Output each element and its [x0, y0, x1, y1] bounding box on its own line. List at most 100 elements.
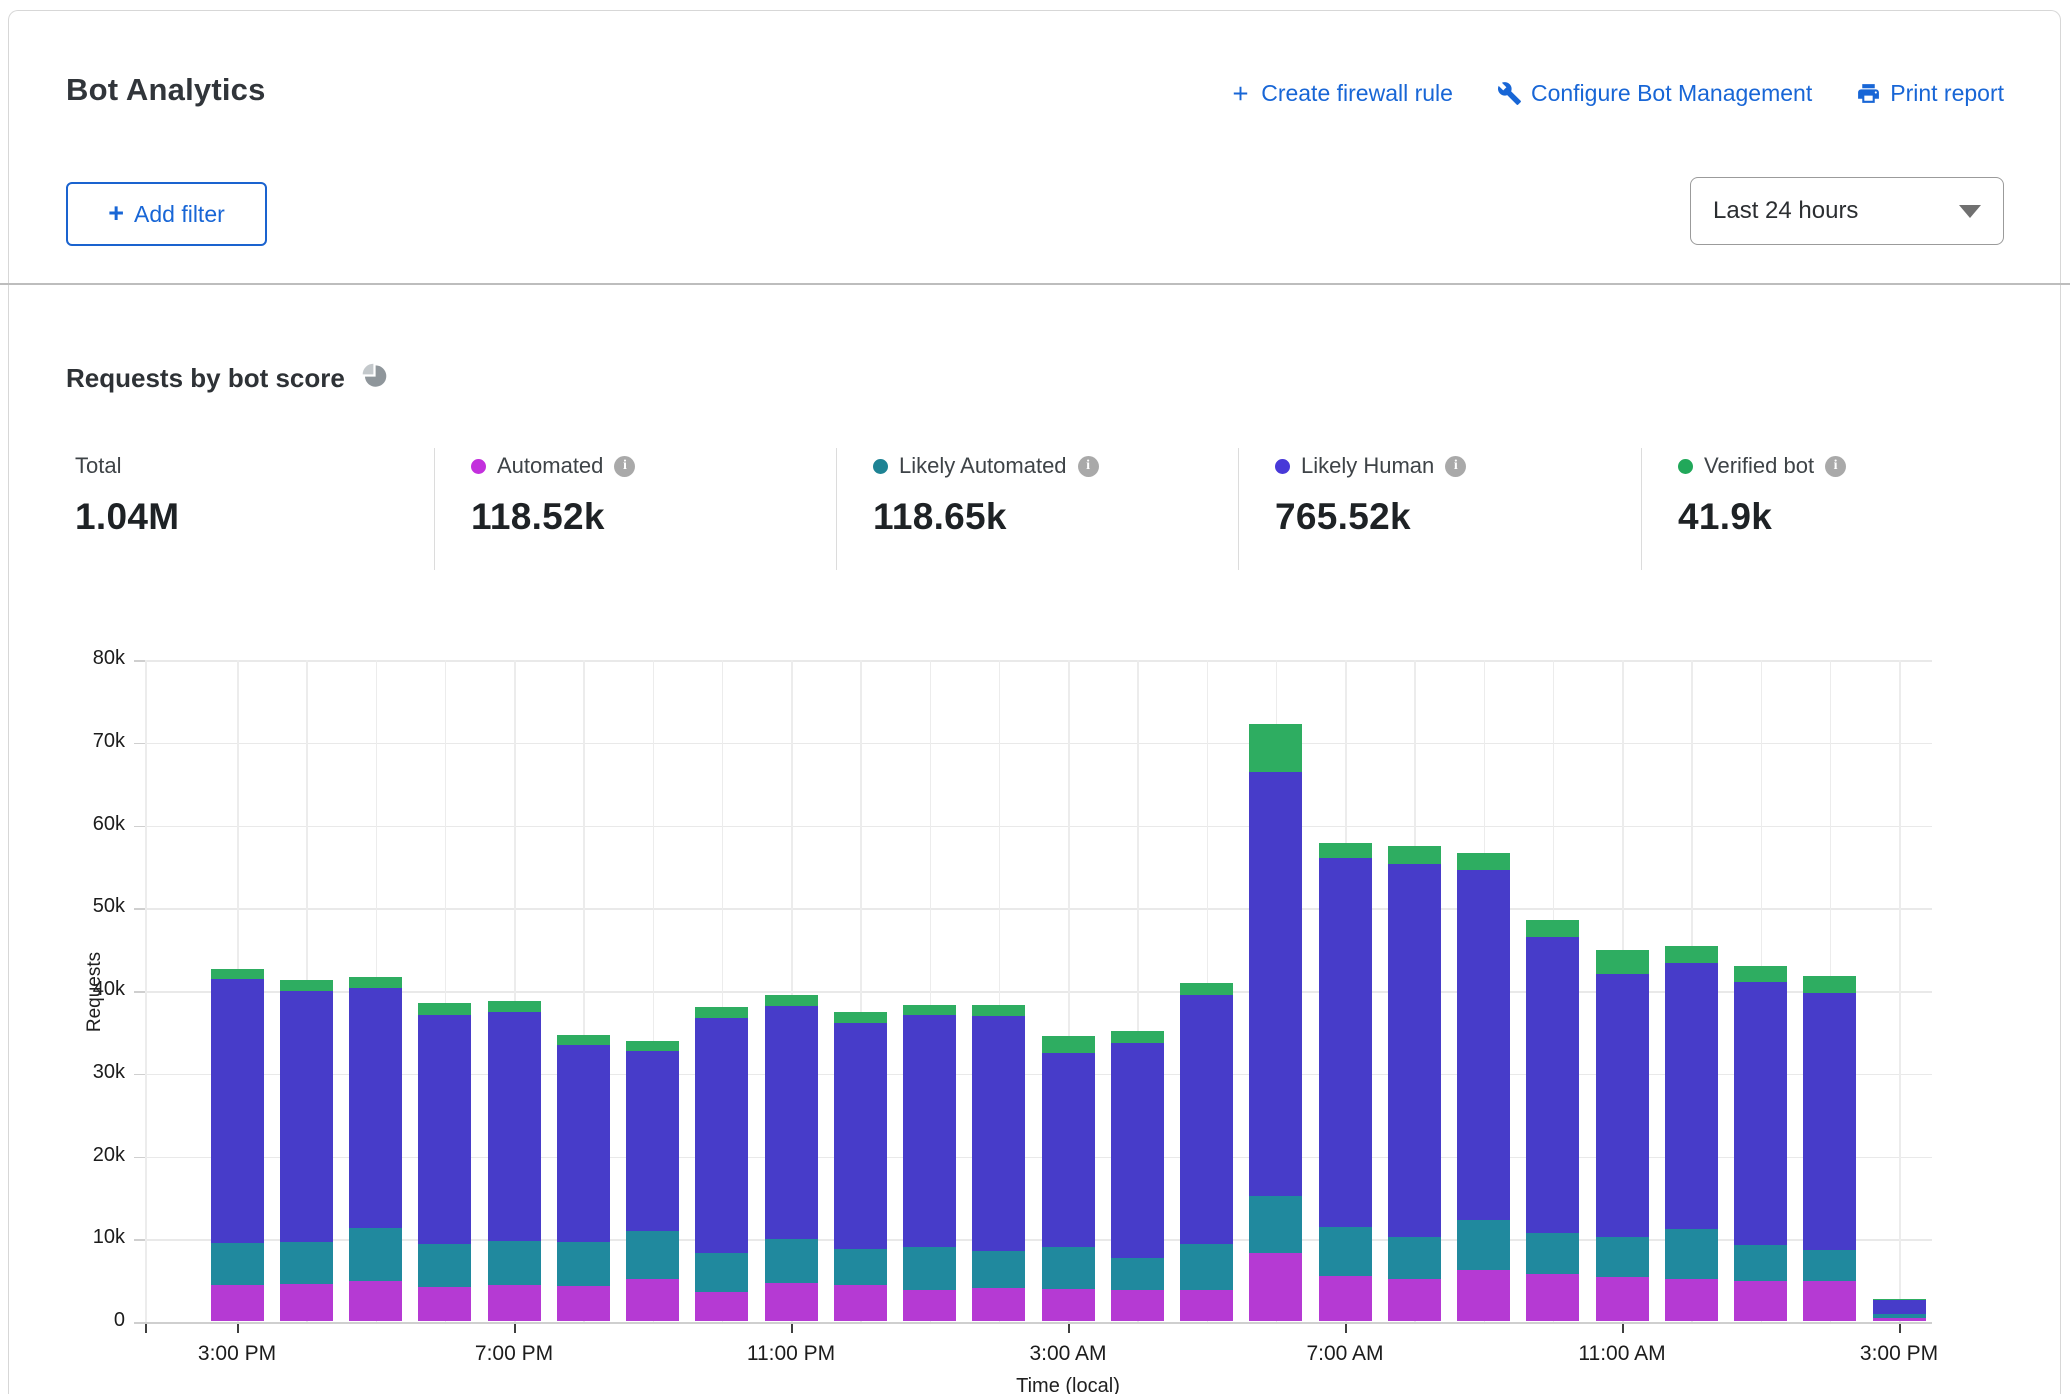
- bar-segment-automated: [1596, 1277, 1649, 1321]
- bar-segment-verified-bot: [1249, 724, 1302, 772]
- bar-10-00-pm[interactable]: [695, 1007, 748, 1321]
- legend-dot: [1678, 459, 1693, 474]
- bar-3-00-am[interactable]: [1042, 1036, 1095, 1321]
- bar-9-00-pm[interactable]: [626, 1041, 679, 1321]
- bar-segment-verified-bot: [418, 1003, 471, 1015]
- bar-segment-verified-bot: [488, 1001, 541, 1013]
- bar-segment-likely-human: [1873, 1300, 1926, 1315]
- bar-2-00-pm[interactable]: [1803, 976, 1856, 1321]
- bar-3-00-pm[interactable]: [1873, 1299, 1926, 1321]
- create-firewall-rule-link[interactable]: Create firewall rule: [1229, 80, 1453, 107]
- bar-segment-verified-bot: [695, 1007, 748, 1019]
- bar-segment-automated: [557, 1286, 610, 1321]
- bar-segment-automated: [972, 1288, 1025, 1321]
- section-title-row: Requests by bot score: [66, 362, 388, 394]
- bar-4-00-am[interactable]: [1111, 1031, 1164, 1321]
- bar-12-00-am[interactable]: [834, 1012, 887, 1322]
- bar-1-00-am[interactable]: [903, 1005, 956, 1321]
- bar-7-00-pm[interactable]: [488, 1001, 541, 1321]
- bar-segment-verified-bot: [1596, 950, 1649, 974]
- info-icon[interactable]: i: [1078, 456, 1099, 477]
- info-icon[interactable]: i: [614, 456, 635, 477]
- bar-segment-likely-automated: [418, 1244, 471, 1287]
- stat-label: Automated: [497, 453, 603, 479]
- section-title: Requests by bot score: [66, 363, 345, 394]
- bar-segment-likely-automated: [488, 1241, 541, 1285]
- bar-segment-likely-automated: [1526, 1233, 1579, 1274]
- bar-segment-likely-automated: [1457, 1220, 1510, 1270]
- bot-analytics-page: Bot Analytics Create firewall rule Confi…: [0, 0, 2070, 1394]
- bar-segment-likely-human: [695, 1018, 748, 1253]
- bar-segment-likely-human: [1803, 993, 1856, 1250]
- bar-1-00-pm[interactable]: [1734, 966, 1787, 1321]
- bar-5-00-am[interactable]: [1180, 983, 1233, 1321]
- bar-segment-likely-automated: [1319, 1227, 1372, 1276]
- bar-segment-verified-bot: [972, 1005, 1025, 1016]
- bar-segment-verified-bot: [1388, 846, 1441, 864]
- bar-segment-likely-automated: [903, 1247, 956, 1290]
- bar-segment-automated: [1388, 1279, 1441, 1321]
- bar-segment-likely-automated: [695, 1253, 748, 1292]
- bar-segment-verified-bot: [626, 1041, 679, 1051]
- bar-segment-likely-human: [349, 988, 402, 1229]
- info-icon[interactable]: i: [1445, 456, 1466, 477]
- bar-8-00-pm[interactable]: [557, 1035, 610, 1321]
- bar-segment-automated: [211, 1285, 264, 1321]
- bar-segment-likely-automated: [1042, 1247, 1095, 1288]
- bar-segment-likely-human: [557, 1045, 610, 1242]
- page-title: Bot Analytics: [66, 72, 266, 108]
- bar-segment-likely-human: [418, 1015, 471, 1244]
- bar-segment-verified-bot: [1734, 966, 1787, 982]
- bar-segment-verified-bot: [557, 1035, 610, 1046]
- stat-label: Likely Human: [1301, 453, 1434, 479]
- bar-segment-automated: [1319, 1276, 1372, 1322]
- bar-4-00-pm[interactable]: [280, 980, 333, 1321]
- bar-segment-automated: [1457, 1270, 1510, 1321]
- bar-2-00-am[interactable]: [972, 1005, 1025, 1321]
- stat-label: Total: [75, 453, 121, 479]
- bar-segment-likely-automated: [211, 1243, 264, 1284]
- time-range-dropdown[interactable]: Last 24 hours: [1690, 177, 2004, 245]
- bar-segment-automated: [626, 1279, 679, 1321]
- bar-segment-verified-bot: [1111, 1031, 1164, 1043]
- stat-value: 118.65k: [873, 496, 1238, 538]
- bar-segment-verified-bot: [834, 1012, 887, 1024]
- bar-segment-likely-automated: [834, 1249, 887, 1285]
- bar-8-00-am[interactable]: [1388, 846, 1441, 1321]
- configure-bot-management-label: Configure Bot Management: [1531, 80, 1812, 107]
- stat-value: 118.52k: [471, 496, 836, 538]
- bar-9-00-am[interactable]: [1457, 853, 1510, 1321]
- stat-automated: Automated i 118.52k: [434, 448, 836, 570]
- bar-6-00-pm[interactable]: [418, 1003, 471, 1321]
- info-icon[interactable]: i: [1825, 456, 1846, 477]
- bar-12-00-pm[interactable]: [1665, 946, 1718, 1321]
- bar-5-00-pm[interactable]: [349, 977, 402, 1321]
- bar-segment-verified-bot: [1042, 1036, 1095, 1053]
- bar-segment-verified-bot: [1526, 920, 1579, 937]
- bar-segment-likely-automated: [972, 1251, 1025, 1288]
- stat-value: 1.04M: [75, 496, 434, 538]
- add-filter-button[interactable]: + Add filter: [66, 182, 267, 246]
- bar-segment-likely-human: [1042, 1053, 1095, 1247]
- bar-3-00-pm[interactable]: [211, 968, 264, 1321]
- bar-segment-verified-bot: [1665, 946, 1718, 963]
- bar-segment-likely-automated: [1111, 1258, 1164, 1290]
- bar-segment-automated: [1111, 1290, 1164, 1321]
- bar-segment-likely-automated: [765, 1239, 818, 1283]
- bar-6-00-am[interactable]: [1249, 724, 1302, 1321]
- bar-11-00-pm[interactable]: [765, 995, 818, 1321]
- bar-11-00-am[interactable]: [1596, 950, 1649, 1321]
- bar-segment-likely-human: [1319, 858, 1372, 1226]
- create-firewall-rule-label: Create firewall rule: [1261, 80, 1453, 107]
- print-report-link[interactable]: Print report: [1856, 80, 2004, 107]
- bar-segment-likely-human: [488, 1012, 541, 1240]
- bar-7-00-am[interactable]: [1319, 843, 1372, 1321]
- configure-bot-management-link[interactable]: Configure Bot Management: [1497, 80, 1812, 107]
- stat-total: Total 1.04M: [66, 448, 434, 570]
- bar-segment-likely-automated: [557, 1242, 610, 1286]
- bar-10-00-am[interactable]: [1526, 920, 1579, 1321]
- bar-segment-verified-bot: [349, 977, 402, 988]
- bar-segment-likely-automated: [1249, 1196, 1302, 1253]
- stat-likely-human: Likely Humani765.52k: [1238, 448, 1641, 570]
- stat-likely-automated: Likely Automatedi118.65k: [836, 448, 1238, 570]
